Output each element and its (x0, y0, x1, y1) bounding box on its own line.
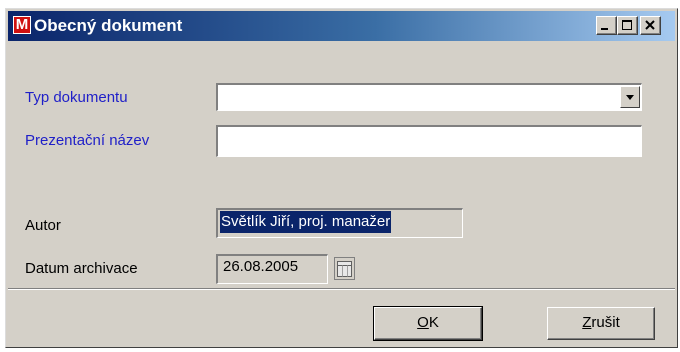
archive-date-value: 26.08.2005 (223, 258, 299, 275)
display-name-input[interactable] (216, 125, 642, 157)
app-icon: M (13, 16, 31, 34)
dropdown-button[interactable] (620, 86, 640, 108)
ok-button[interactable]: OK (373, 306, 483, 341)
cancel-button[interactable]: Zrušit (547, 307, 655, 340)
button-separator (8, 288, 675, 290)
display-name-label: Prezentační název (25, 132, 150, 149)
cancel-label-rest: rušit (591, 314, 620, 331)
chevron-down-icon (626, 95, 634, 100)
archive-date-label: Datum archivace (25, 260, 138, 277)
author-field[interactable]: Světlík Jiří, proj. manažer (216, 208, 463, 238)
calendar-icon (334, 257, 355, 280)
minimize-icon (601, 28, 608, 30)
author-value: Světlík Jiří, proj. manažer (220, 211, 392, 233)
ok-label-rest: K (428, 314, 439, 331)
calendar-button[interactable] (333, 256, 355, 280)
archive-date-field[interactable]: 26.08.2005 (216, 254, 328, 284)
ok-mnemonic: O (417, 314, 429, 331)
title-bar[interactable]: M Obecný dokument (8, 11, 675, 41)
maximize-icon (622, 20, 632, 30)
document-type-select[interactable] (216, 83, 642, 111)
close-icon (645, 20, 655, 30)
document-type-label: Typ dokumentu (25, 89, 128, 106)
minimize-button[interactable] (596, 16, 617, 35)
close-button[interactable] (640, 16, 661, 35)
window-title: Obecný dokument (34, 16, 183, 35)
dialog-window: M Obecný dokument Typ dokumentu Prezenta… (5, 8, 678, 348)
author-label: Autor (25, 217, 61, 234)
maximize-button[interactable] (617, 16, 638, 35)
